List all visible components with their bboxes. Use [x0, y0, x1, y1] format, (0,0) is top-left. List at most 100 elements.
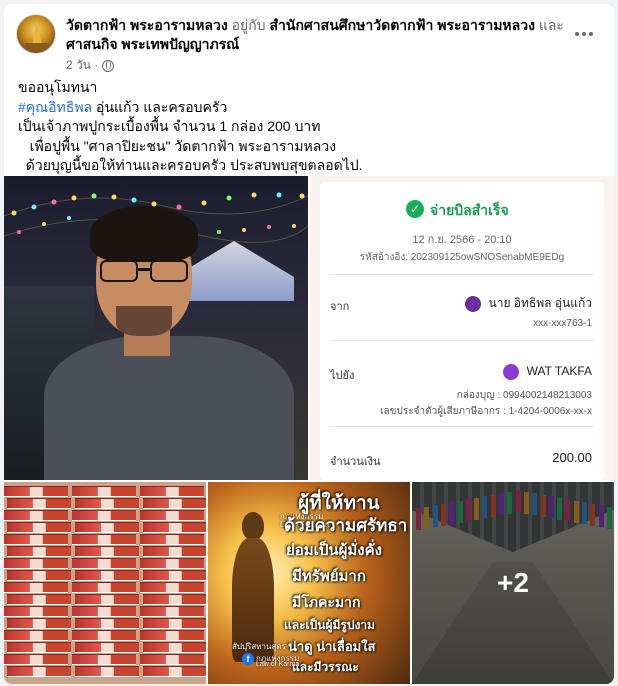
poster-fb-sub: Law of Karma	[256, 661, 300, 668]
verse-line: น่าดู น่าเลื่อมใส	[288, 639, 376, 654]
tile-box	[7, 498, 71, 509]
post-author-line: วัดตากฟ้า พระอารามหลวง อยู่กับ สำนักศาสน…	[66, 16, 566, 54]
more-photos-overlay[interactable]: +2	[412, 482, 614, 684]
with-text: อยู่กับ	[231, 17, 266, 33]
from-name: นาย อิทธิพล อุ่นแก้ว	[464, 294, 593, 313]
receipt-date: 12 ก.ย. 2566 - 20:10	[412, 234, 512, 246]
tile-box	[143, 642, 206, 653]
tile-box	[72, 630, 136, 641]
tile-box	[7, 570, 71, 581]
shirt	[44, 336, 294, 480]
tile-box	[7, 522, 71, 533]
from-account: xxx-xxx763-1	[533, 318, 592, 329]
to-name-text: WAT TAKFA	[526, 364, 592, 379]
tile-box	[4, 582, 68, 593]
to-name: WAT TAKFA	[502, 364, 592, 380]
tile-box	[4, 630, 68, 641]
hashtag-link[interactable]: #คุณอิทธิพล	[18, 99, 92, 115]
tile-box	[7, 594, 71, 605]
body-line: ขออนุโมทนา	[18, 79, 98, 95]
from-name-text: นาย อิทธิพล อุ่นแก้ว	[488, 296, 593, 310]
receipt-title: จ่ายบิลสำเร็จ	[430, 202, 509, 218]
post-card: วัดตากฟ้า พระอารามหลวง อยู่กับ สำนักศาสน…	[4, 4, 614, 684]
receipt-card: ✓ จ่ายบิลสำเร็จ 12 ก.ย. 2566 - 20:10 รหั…	[320, 182, 604, 480]
tile-box	[75, 618, 139, 629]
tile-box	[72, 534, 136, 545]
post-body: ขออนุโมทนา #คุณอิทธิพล อุ่นแก้ว และครอบคร…	[18, 78, 598, 176]
tile-box	[7, 642, 71, 653]
tile-box	[140, 606, 204, 617]
beard	[116, 306, 172, 336]
tile-box	[143, 498, 206, 509]
photo-tile-boxes[interactable]	[4, 482, 206, 684]
tile-box	[72, 558, 136, 569]
tile-box	[4, 558, 68, 569]
divider	[330, 340, 594, 341]
tile-box	[143, 522, 206, 533]
body-line: #คุณอิทธิพล อุ่นแก้ว และครอบครัว	[18, 98, 598, 118]
tile-box	[72, 510, 136, 521]
tile-box	[7, 666, 71, 677]
hair	[90, 206, 198, 262]
to-box: กล่องบุญ : 0994002148213003	[456, 390, 592, 401]
check-circle-icon: ✓	[406, 200, 424, 218]
tile-box	[4, 606, 68, 617]
tile-box	[143, 594, 206, 605]
divider	[330, 426, 594, 427]
tile-box	[140, 582, 204, 593]
verse-line: มีทรัพย์มาก	[292, 568, 366, 585]
post-header: วัดตากฟ้า พระอารามหลวง อยู่กับ สำนักศาสน…	[16, 14, 602, 74]
verse-line: ด้วยความศรัทธา	[284, 516, 408, 535]
amount-label: จำนวนเงิน	[330, 456, 381, 468]
tile-box	[140, 558, 204, 569]
tile-box	[4, 534, 68, 545]
tile-box	[72, 486, 136, 497]
page-avatar[interactable]	[16, 14, 56, 54]
tile-box	[75, 666, 139, 677]
bank-icon	[464, 295, 481, 312]
to-label: ไปยัง	[330, 370, 355, 382]
more-photos-count: +2	[497, 567, 529, 598]
tile-box	[75, 546, 139, 557]
receipt-ref: รหัสอ้างอิง: 202309125owSNOSenabME9EDg	[359, 252, 565, 263]
photo-donor-portrait[interactable]	[4, 176, 308, 480]
tile-box	[140, 534, 204, 545]
tile-box	[143, 666, 206, 677]
divider	[330, 274, 594, 275]
tagged-page-2-link[interactable]: ศาสนกิจ พระเทพปัญญาภรณ์	[66, 36, 239, 52]
tile-box	[7, 546, 71, 557]
tile-box	[4, 486, 68, 497]
tile-box	[140, 486, 204, 497]
page-name-link[interactable]: วัดตากฟ้า พระอารามหลวง	[66, 17, 228, 33]
tile-box	[140, 510, 204, 521]
dot-icon	[575, 32, 579, 36]
body-text-name: อุ่นแก้ว และครอบครัว	[92, 98, 228, 115]
tile-box	[72, 606, 136, 617]
from-label: จาก	[330, 301, 350, 313]
photo-pavilion-floor[interactable]: +2	[412, 482, 614, 684]
photo-payment-receipt[interactable]: ✓ จ่ายบิลสำเร็จ 12 ก.ย. 2566 - 20:10 รหั…	[310, 176, 614, 480]
post-time-link[interactable]: 2 วัน ·	[66, 56, 98, 75]
tile-box	[4, 654, 68, 665]
tagged-page-1-link[interactable]: สำนักศาสนศึกษาวัดตากฟ้า พระอารามหลวง	[269, 17, 534, 33]
amount-value: 200.00	[552, 450, 592, 465]
verse-line: มีโภคะมาก	[292, 594, 361, 610]
tile-box	[140, 654, 204, 665]
body-line: เป็นเจ้าภาพปูกระเบื้องพื้น จำนวน 1 กล่อง…	[18, 118, 321, 134]
pagoda-base	[25, 43, 49, 51]
to-taxid: เลขประจำตัวผู้เสียภาษีอากร : 1-4204-0006…	[380, 406, 592, 417]
body-line: เพื่อปูพื้น "ศาลาปิยะชน" วัดตากฟ้า พระอา…	[18, 137, 337, 154]
tile-box	[4, 510, 68, 521]
verse-line: ย่อมเป็นผู้มั่งคั่ง	[286, 542, 382, 559]
dot-icon	[589, 32, 593, 36]
tile-box	[75, 594, 139, 605]
verse-line: และเป็นผู้มีรูปงาม	[284, 618, 375, 632]
photo-dharma-poster[interactable]: กฎแห่งกรรม Law of Karma ผู้ที่ให้ทาน ด้ว…	[208, 482, 410, 684]
tile-box	[75, 642, 139, 653]
post-meta: 2 วัน ·	[66, 56, 115, 75]
body-line: ด้วยบุญนี้ขอให้ท่านและครอบครัว ประสบพบสุ…	[18, 157, 363, 173]
and-text: และ	[538, 17, 564, 33]
more-options-button[interactable]	[570, 22, 598, 46]
tile-box	[75, 522, 139, 533]
tile-box	[75, 498, 139, 509]
